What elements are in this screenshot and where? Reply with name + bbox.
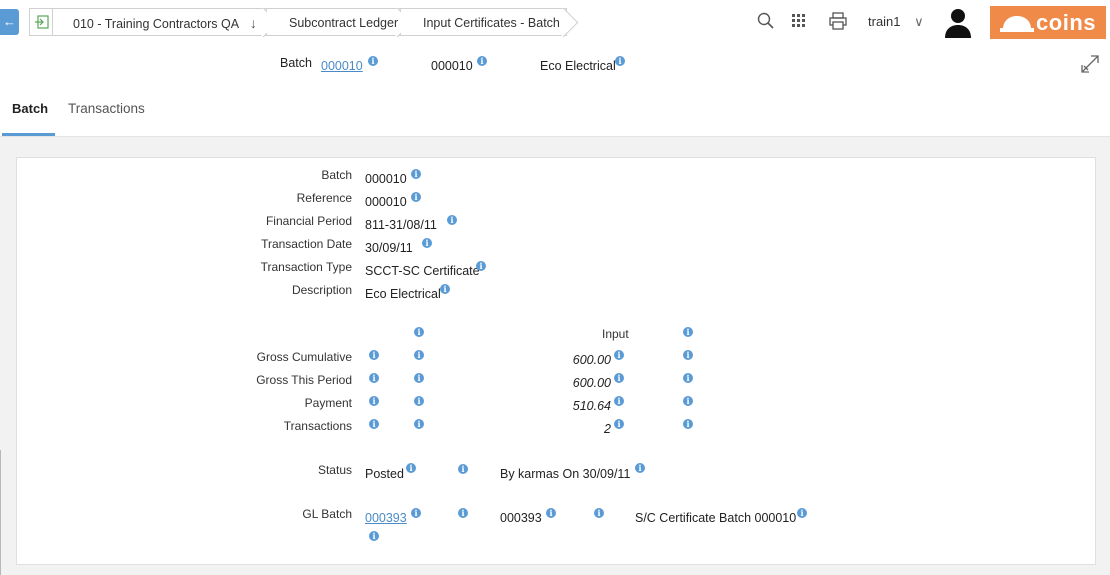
totals-value-payment: 510.64: [572, 399, 611, 413]
info-icon[interactable]: i: [422, 238, 432, 248]
info-icon[interactable]: i: [369, 419, 379, 429]
breadcrumb-input-certificates-label: Input Certificates - Batch: [423, 16, 560, 30]
status-by: By karmas On 30/09/11: [500, 467, 631, 481]
active-tab-indicator: [2, 133, 55, 136]
info-icon[interactable]: i: [683, 327, 693, 337]
tab-transactions[interactable]: Transactions: [68, 101, 145, 116]
gl-batch-label: GL Batch: [302, 507, 352, 521]
logo-text: COiNS: [1036, 10, 1096, 35]
hardhat-icon: [1000, 16, 1034, 32]
totals-value-gross-cumulative: 600.00: [572, 353, 611, 367]
info-icon[interactable]: i: [683, 396, 693, 406]
info-icon[interactable]: i: [614, 350, 624, 360]
totals-label-gross-this-period: Gross This Period: [256, 373, 352, 387]
info-icon[interactable]: i: [797, 508, 807, 518]
info-icon[interactable]: i: [683, 373, 693, 383]
info-icon[interactable]: i: [369, 531, 379, 541]
print-icon[interactable]: [829, 12, 847, 30]
breadcrumb-input-certificates[interactable]: Input Certificates - Batch: [401, 8, 567, 36]
search-icon[interactable]: [757, 12, 775, 30]
info-icon[interactable]: i: [414, 373, 424, 383]
tab-batch[interactable]: Batch: [12, 101, 48, 116]
info-icon[interactable]: i: [615, 56, 625, 66]
info-icon[interactable]: i: [683, 419, 693, 429]
totals-label-transactions: Transactions: [283, 419, 352, 433]
info-icon[interactable]: i: [683, 350, 693, 360]
info-icon[interactable]: i: [614, 396, 624, 406]
totals-header-input: Input: [602, 327, 629, 341]
avatar-icon[interactable]: [944, 7, 972, 39]
divider: [0, 450, 1, 575]
field-label-description: Description: [291, 283, 352, 297]
info-icon[interactable]: i: [369, 350, 379, 360]
info-icon[interactable]: i: [414, 419, 424, 429]
user-name: train1: [868, 14, 901, 29]
info-icon[interactable]: i: [594, 508, 604, 518]
field-label-batch: Batch: [321, 168, 352, 182]
info-icon[interactable]: i: [411, 508, 421, 518]
info-icon[interactable]: i: [414, 396, 424, 406]
coins-logo: COiNS: [990, 6, 1106, 39]
info-icon[interactable]: i: [458, 464, 468, 474]
back-button[interactable]: ←: [0, 9, 19, 35]
info-icon[interactable]: i: [477, 56, 487, 66]
totals-value-gross-this-period: 600.00: [572, 376, 611, 390]
field-label-financial-period: Financial Period: [265, 214, 352, 228]
totals-label-gross-cumulative: Gross Cumulative: [256, 350, 352, 364]
info-icon[interactable]: i: [369, 396, 379, 406]
info-icon[interactable]: i: [476, 261, 486, 271]
breadcrumb-company[interactable]: 010 - Training Contractors QA ↓: [53, 8, 267, 36]
info-icon[interactable]: i: [614, 373, 624, 383]
header-batch-label: Batch: [280, 56, 312, 70]
field-label-transaction-date: Transaction Date: [261, 237, 352, 251]
info-icon[interactable]: i: [414, 327, 424, 337]
field-value-reference: 000010: [365, 195, 407, 209]
user-menu[interactable]: train1 ∨: [868, 14, 924, 30]
exit-button[interactable]: [29, 8, 53, 36]
exit-icon: [35, 15, 49, 29]
apps-grid-icon[interactable]: [792, 14, 806, 28]
status-value: Posted: [365, 467, 404, 481]
totals-value-transactions: 2: [604, 422, 611, 436]
breadcrumb-company-label: 010 - Training Contractors QA: [73, 17, 239, 31]
info-icon[interactable]: i: [614, 419, 624, 429]
info-icon[interactable]: i: [635, 463, 645, 473]
info-icon[interactable]: i: [447, 215, 457, 225]
breadcrumb-subcontract-ledger-label: Subcontract Ledger: [289, 16, 399, 30]
totals-label-payment: Payment: [304, 396, 352, 410]
chevron-down-icon: ∨: [914, 14, 924, 29]
gl-batch-link[interactable]: 000393: [365, 511, 407, 525]
info-icon[interactable]: i: [414, 350, 424, 360]
gl-batch-ref: 000393: [500, 511, 542, 525]
header-description: Eco Electrical: [540, 59, 616, 73]
field-label-transaction-type: Transaction Type: [260, 260, 352, 274]
info-icon[interactable]: i: [369, 373, 379, 383]
info-icon[interactable]: i: [406, 463, 416, 473]
field-value-financial-period: 811-31/08/11: [365, 218, 437, 232]
info-icon[interactable]: i: [440, 284, 450, 294]
info-icon[interactable]: i: [458, 508, 468, 518]
breadcrumb-subcontract-ledger[interactable]: Subcontract Ledger: [267, 8, 401, 36]
info-icon[interactable]: i: [411, 169, 421, 179]
info-icon[interactable]: i: [368, 56, 378, 66]
field-value-transaction-type: SCCT-SC Certificate: [365, 264, 480, 278]
header-batch-ref: 000010: [431, 59, 473, 73]
tab-bar: [0, 78, 1110, 137]
header-batch-link[interactable]: 000010: [321, 59, 363, 73]
field-value-description: Eco Electrical: [365, 287, 441, 301]
info-icon[interactable]: i: [411, 192, 421, 202]
expand-icon[interactable]: [1080, 54, 1100, 74]
arrow-down-icon[interactable]: ↓: [250, 15, 257, 31]
gl-batch-description: S/C Certificate Batch 000010: [635, 511, 797, 525]
status-label: Status: [317, 463, 352, 477]
field-label-reference: Reference: [296, 191, 352, 205]
field-value-transaction-date: 30/09/11: [365, 241, 413, 255]
field-value-batch: 000010: [365, 172, 407, 186]
info-icon[interactable]: i: [546, 508, 556, 518]
arrow-left-icon: ←: [3, 14, 16, 29]
